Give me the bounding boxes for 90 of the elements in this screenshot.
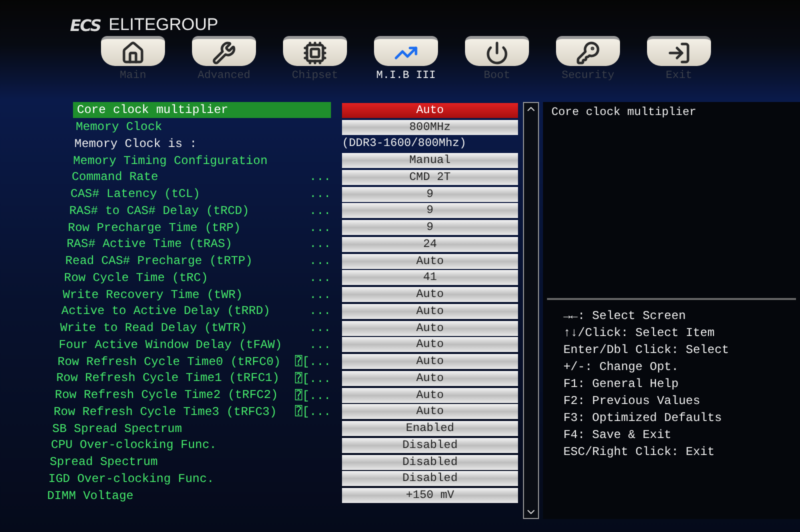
setting-label[interactable]: IGD Over-clocking Func. [44,470,214,487]
setting-value[interactable]: Auto [342,370,518,386]
setting-value[interactable]: 41 [342,270,518,286]
tab-card[interactable] [283,36,347,66]
suffix-text: ... [309,338,331,352]
setting-value[interactable]: 9 [342,220,518,236]
setting-label[interactable]: Spread Spectrum [46,454,158,470]
setting-value[interactable]: Disabled [342,454,518,470]
key-hint: F2: Previous Values [562,393,702,410]
suffix-text: ⍰[... [294,354,331,370]
setting-value[interactable]: 9 [342,186,518,202]
suffix-text: ... [309,304,331,318]
setting-value[interactable]: Auto [342,287,518,302]
setting-label[interactable]: CPU Over-clocking Func. [47,437,217,454]
key-hint: Enter/Dbl Click: Select [562,342,730,359]
setting-label[interactable]: RAS# to CAS# Delay (tRCD) [65,202,250,219]
setting-value[interactable]: 24 [342,236,518,252]
key-hint: ↑↓/Click: Select Item [562,325,716,342]
brand-logo: ECS [70,16,101,34]
setting-label[interactable]: Row Refresh Cycle Time3 (tRFC3) [50,404,277,420]
key-hint: F4: Save & Exit [562,427,672,444]
tab-card[interactable] [465,36,529,66]
help-description: Core clock multiplier [550,105,698,121]
setting-label[interactable]: CAS# Latency (tCL) [66,186,200,202]
setting-value[interactable]: Auto [342,304,518,319]
setting-label[interactable]: Write Recovery Time (tWR) [58,286,243,303]
setting-value[interactable]: Auto [342,320,518,336]
suffix-text: ... [309,187,331,202]
suffix-text: ... [309,170,331,184]
setting-value[interactable]: CMD 2T [342,170,518,185]
setting-label[interactable]: Command Rate [68,169,158,186]
scroll-bar[interactable] [523,102,540,519]
setting-value[interactable]: Auto [342,102,518,118]
setting-label[interactable]: Read CAS# Precharge (tRTP) [61,253,253,270]
brand-name: ELITEGROUP [108,15,218,35]
tab[interactable]: M.I.B III [376,70,436,82]
key-hint: F1: General Help [562,376,680,393]
setting-value[interactable]: Manual [342,153,518,168]
setting-label[interactable]: Row Cycle Time (tRC) [60,270,208,286]
suffix-text: ... [309,220,331,235]
setting-label[interactable]: Four Active Window Delay (tFAW) [54,336,282,353]
suffix-text: ... [309,321,331,336]
setting-label[interactable]: Row Precharge Time (tRP) [64,220,241,236]
setting-label[interactable]: Memory Clock is : [70,136,197,152]
suffix-text: ... [309,254,331,268]
tab-card[interactable] [556,36,620,66]
suffix-text: ... [309,270,331,285]
setting-label[interactable]: SB Spread Spectrum [48,420,182,437]
power-icon [485,40,509,64]
chip-icon [303,40,327,64]
key-hint: +/-: Change Opt. [562,359,680,376]
key-hint: ESC/Right Click: Exit [562,444,716,461]
setting-label[interactable]: Row Refresh Cycle Time1 (tRFC1) [52,370,280,386]
setting-label[interactable]: Memory Clock [72,119,162,136]
setting-label[interactable]: RAS# Active Time (tRAS) [62,236,232,252]
suffix-text: ⍰[... [294,404,331,420]
setting-info: (DDR3-1600/800Mhz) [342,136,468,152]
setting-label[interactable]: Write to Read Delay (tWTR) [56,320,248,336]
setting-value[interactable]: Auto [342,388,518,403]
key-icon [576,40,600,64]
setting-value[interactable]: Disabled [342,471,518,486]
suffix-text: ⍰[... [294,370,331,386]
setting-label[interactable]: Memory Timing Configuration [69,152,268,169]
setting-value[interactable]: Auto [342,404,518,420]
tab-card[interactable] [374,36,438,66]
setting-value[interactable]: 800MHz [342,120,518,135]
setting-label[interactable]: Row Refresh Cycle Time0 (tRFC0) [54,354,281,370]
tab-card[interactable] [101,36,165,66]
key-hint: →←: Select Screen [562,308,687,325]
suffix-text: ... [309,237,331,252]
tab-card[interactable] [647,36,711,66]
setting-value[interactable]: Auto [342,337,518,352]
key-hint: F3: Optimized Defaults [562,410,723,427]
setting-value[interactable]: Enabled [342,421,518,436]
setting-value[interactable]: Auto [342,254,518,269]
setting-label[interactable]: Row Refresh Cycle Time2 (tRFC2) [50,387,278,404]
suffix-text: ⍰[... [294,388,331,403]
setting-value[interactable]: Disabled [342,438,518,453]
setting-label[interactable]: Active to Active Delay (tRRD) [57,303,270,320]
setting-value[interactable]: Auto [342,354,518,370]
house-icon [121,40,145,64]
setting-label[interactable]: DIMM Voltage [43,488,134,504]
tab-card[interactable] [192,36,256,66]
door-arrow-icon [667,40,691,64]
suffix-text: ... [309,288,331,302]
setting-label[interactable]: Core clock multiplier [73,102,331,118]
wrench-icon [212,40,236,64]
setting-value[interactable]: 9 [342,203,518,218]
suffix-text: ... [309,204,331,218]
setting-value[interactable]: +150 mV [342,488,518,504]
